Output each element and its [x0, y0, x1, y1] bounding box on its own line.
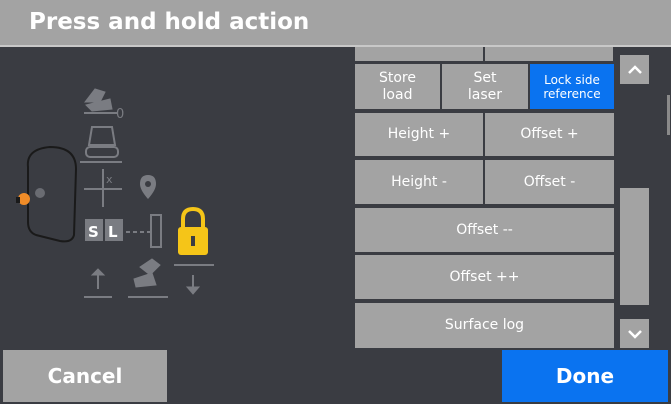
- height-plus-button[interactable]: Height +: [355, 113, 483, 156]
- page-title: Press and hold action: [29, 9, 310, 35]
- x-label: x: [106, 173, 113, 186]
- track-icon: [80, 126, 122, 163]
- done-button[interactable]: Done: [502, 350, 668, 402]
- scroll-down-button[interactable]: [620, 319, 649, 348]
- lock-icon: [174, 206, 214, 266]
- side-reference-icon: [150, 214, 162, 248]
- zero-label: 0: [116, 107, 124, 122]
- crosshair-icon: [84, 169, 122, 207]
- location-pin-icon: [140, 175, 156, 199]
- title-bar: Press and hold action: [0, 0, 671, 47]
- height-minus-button[interactable]: Height -: [355, 160, 483, 204]
- action-grid: Store load Set laser Lock side reference…: [352, 47, 618, 348]
- bucket-ground-icon: [128, 258, 168, 298]
- scrollbar-thumb[interactable]: [620, 188, 649, 305]
- bucket-zero-icon: [83, 88, 118, 114]
- action-button-partial-left[interactable]: [355, 47, 483, 61]
- offset-minus-button[interactable]: Offset -: [485, 160, 614, 204]
- arrow-down-icon: [185, 275, 201, 295]
- surface-log-button[interactable]: Surface log: [355, 303, 614, 348]
- s-label: S: [88, 223, 99, 241]
- lock-side-reference-button[interactable]: Lock side reference: [530, 64, 614, 109]
- l-label: L: [108, 223, 118, 241]
- offset-minus-minus-button[interactable]: Offset --: [355, 208, 614, 252]
- edge-indicator: [667, 95, 670, 135]
- joystick-handle-icon: [16, 145, 78, 243]
- store-load-button[interactable]: Store load: [355, 64, 440, 109]
- offset-plus-button[interactable]: Offset +: [485, 113, 614, 156]
- action-button-partial-right[interactable]: [485, 47, 613, 61]
- arrow-up-icon: [84, 268, 112, 298]
- chevron-up-icon: [627, 64, 642, 74]
- scroll-up-button[interactable]: [620, 55, 649, 84]
- joystick-diagram: 0 x S L: [16, 88, 214, 298]
- cancel-button[interactable]: Cancel: [3, 350, 167, 402]
- offset-plus-plus-button[interactable]: Offset ++: [355, 255, 614, 299]
- control-illustration: 0 x S L: [0, 47, 240, 347]
- chevron-down-icon: [627, 329, 642, 339]
- set-laser-button[interactable]: Set laser: [442, 64, 528, 109]
